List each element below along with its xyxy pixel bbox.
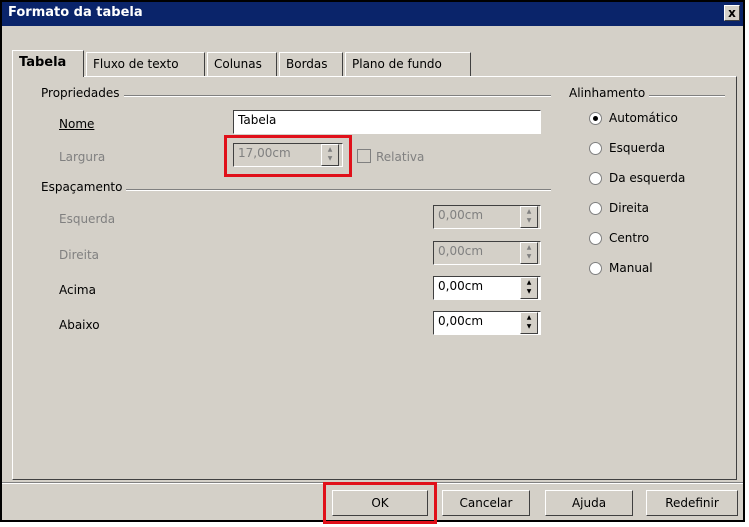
nome-label: Nome (59, 117, 95, 131)
radio-automatico[interactable] (589, 112, 602, 125)
spin-down-icon: ▼ (526, 253, 532, 260)
radio-selected-dot (593, 116, 598, 121)
relativa-checkbox[interactable] (357, 149, 371, 163)
radio-da-esquerda[interactable] (589, 172, 602, 185)
spin-down-icon: ▼ (526, 217, 532, 224)
spin-down-icon: ▼ (526, 323, 532, 330)
alinhamento-label: Alinhamento (569, 86, 650, 100)
spin-up-icon: ▲ (526, 279, 532, 286)
tab-tabela[interactable]: Tabela (12, 50, 84, 77)
option-direita-label: Direita (609, 201, 650, 215)
radio-centro[interactable] (589, 232, 602, 245)
acima-spin[interactable]: ▲ ▼ (520, 277, 538, 299)
acima-label: Acima (59, 283, 96, 297)
title-bar: Formato da tabela x (2, 2, 743, 26)
spin-up-icon: ▲ (526, 208, 532, 215)
tab-label: Plano de fundo (352, 57, 442, 71)
tab-label: Tabela (19, 55, 67, 70)
tab-label: Fluxo de texto (93, 57, 179, 71)
direita-label: Direita (59, 248, 100, 262)
tab-colunas[interactable]: Colunas (207, 52, 277, 76)
option-da-esquerda-label: Da esquerda (609, 171, 686, 185)
close-icon: x (728, 6, 736, 20)
cancel-button[interactable]: Cancelar (442, 490, 530, 516)
relativa-label: Relativa (376, 150, 425, 164)
radio-manual[interactable] (589, 262, 602, 275)
largura-label: Largura (59, 150, 106, 164)
tab-label: Bordas (286, 57, 328, 71)
spin-down-icon: ▼ (526, 288, 532, 295)
option-centro-label: Centro (609, 231, 650, 245)
option-automatico-label: Automático (609, 111, 678, 125)
table-format-dialog: Formato da tabela x Tabela Fluxo de text… (0, 0, 745, 524)
esquerda-spin[interactable]: ▲ ▼ (520, 206, 538, 228)
radio-esquerda[interactable] (589, 142, 602, 155)
ok-highlight (323, 482, 437, 524)
close-button[interactable]: x (724, 5, 740, 21)
nome-field[interactable]: Tabela (233, 110, 541, 134)
option-esquerda-label: Esquerda (609, 141, 666, 155)
tab-panel: Propriedades Nome Tabela Largura 17,00cm… (12, 76, 737, 480)
help-button[interactable]: Ajuda (545, 490, 633, 516)
abaixo-spin[interactable]: ▲ ▼ (520, 312, 538, 334)
radio-direita[interactable] (589, 202, 602, 215)
tab-label: Colunas (214, 57, 262, 71)
abaixo-label: Abaixo (59, 318, 100, 332)
espacamento-label: Espaçamento (41, 180, 127, 194)
direita-spin[interactable]: ▲ ▼ (520, 242, 538, 264)
tab-plano-de-fundo[interactable]: Plano de fundo (345, 52, 471, 76)
option-manual-label: Manual (609, 261, 653, 275)
spin-up-icon: ▲ (526, 244, 532, 251)
spin-up-icon: ▲ (526, 314, 532, 321)
window-title: Formato da tabela (8, 5, 143, 20)
esquerda-label: Esquerda (59, 212, 116, 226)
tab-bordas[interactable]: Bordas (279, 52, 343, 76)
tab-fluxo-de-texto[interactable]: Fluxo de texto (86, 52, 205, 76)
propriedades-label: Propriedades (41, 86, 124, 100)
reset-button[interactable]: Redefinir (646, 490, 738, 516)
largura-highlight (224, 135, 352, 177)
